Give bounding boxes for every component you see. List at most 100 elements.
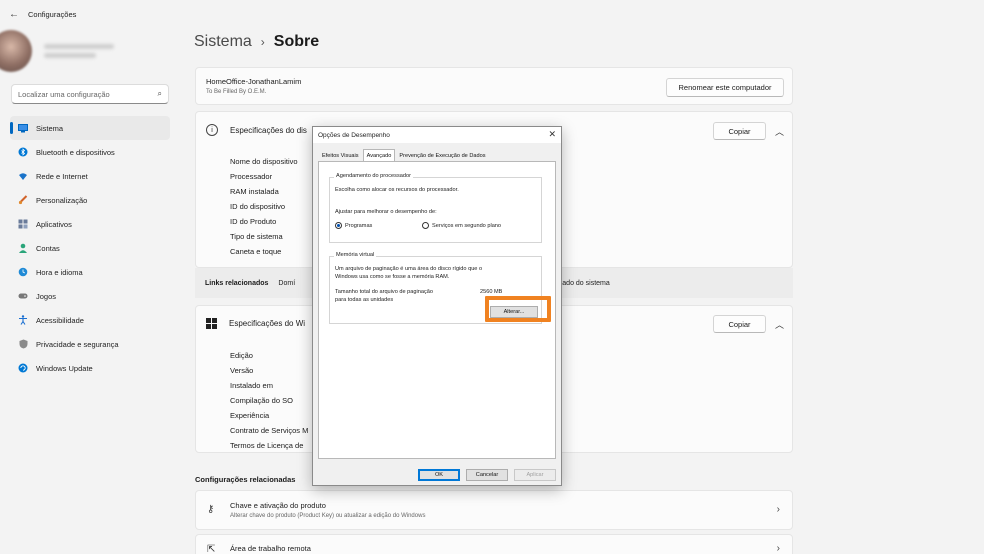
radio-label: Programas [345,222,373,229]
copy-device-specs-button[interactable]: Copiar [713,122,766,140]
radio-label: Serviços em segundo plano [432,222,502,229]
apply-button[interactable]: Aplicar [514,469,556,481]
spec-label: Compilação do SO [230,396,293,405]
sidebar-item-personalizacao[interactable]: Personalização [10,188,170,212]
device-specs-header[interactable]: i Especificações do dis [206,124,307,136]
windows-logo-icon [206,318,217,329]
pc-name-card: HomeOffice-JonathanLamim To Be Filled By… [195,67,793,105]
windows-specs-list: Edição Versão Instalado em Compilação do… [230,348,308,453]
spec-label: Processador [230,172,273,181]
related-settings-title: Configurações relacionadas [195,475,296,484]
chevron-up-icon[interactable]: ︿ [775,125,784,138]
radio-dot[interactable] [422,222,429,229]
highlight-annotation [485,296,551,322]
blurred-account-info [44,40,114,62]
avatar [0,30,32,72]
info-icon: i [206,124,218,136]
sidebar-item-windows-update[interactable]: Windows Update [10,356,170,380]
spec-label: Caneta e toque [230,247,282,256]
breadcrumb-parent[interactable]: Sistema [194,33,252,51]
remote-desktop-item[interactable]: ⇱ Área de trabalho remota › [195,534,793,554]
sidebar-item-label: Aplicativos [36,219,72,229]
cancel-button[interactable]: Cancelar [466,469,508,481]
sidebar-item-aplicativos[interactable]: Aplicativos [10,212,170,236]
sidebar-item-label: Jogos [36,291,57,301]
tab-data-execution-prevention[interactable]: Prevenção de Execução de Dados [395,149,489,161]
back-arrow-icon[interactable]: ← [0,9,28,20]
vm-total-label-line1: Tamanho total do arquivo de paginação [335,289,433,295]
device-specs-list: Nome do dispositivo Processador RAM inst… [230,154,298,259]
scheduling-description: Escolha como alocar os recursos do proce… [335,187,459,193]
spec-label: Edição [230,351,253,360]
related-item-subtitle: Alterar chave do produto (Product Key) o… [230,513,426,519]
processor-scheduling-group: Agendamento do processador Escolha como … [329,173,542,243]
remote-desktop-icon: ⇱ [207,544,216,554]
sidebar-item-label: Personalização [36,195,88,205]
sidebar-item-bluetooth[interactable]: Bluetooth e dispositivos [10,140,170,164]
tab-visual-effects[interactable]: Efeitos Visuais [318,149,363,161]
chevron-up-icon[interactable]: ︿ [775,318,784,331]
dialog-tabs: Efeitos Visuais Avançado Prevenção de Ex… [318,149,490,162]
license-link[interactable]: Contrato de Serviços M [230,423,308,438]
windows-specs-title: Especificações do Wi [229,319,306,328]
close-icon[interactable]: ✕ [548,129,556,140]
product-key-item[interactable]: ⚷ Chave e ativação do produto Alterar ch… [195,490,793,530]
related-links-label: Links relacionados [205,279,269,287]
pc-name: HomeOffice-JonathanLamim [206,77,302,86]
accessibility-icon [18,315,28,325]
breadcrumb: Sistema › Sobre [194,33,319,51]
spec-label: Tipo de sistema [230,232,283,241]
bluetooth-icon [18,147,28,157]
spec-label: Versão [230,366,254,375]
key-icon: ⚷ [207,504,215,515]
spec-label: Instalado em [230,381,273,390]
sidebar-item-sistema[interactable]: Sistema [10,116,170,140]
vm-total-value: 2560 MB [480,289,503,295]
monitor-icon [18,123,28,133]
gamepad-icon [18,291,28,301]
search-input[interactable] [18,89,158,99]
device-specs-title: Especificações do dis [230,125,307,135]
brush-icon [18,195,28,205]
update-icon [18,363,28,373]
ok-button[interactable]: OK [418,469,460,481]
radio-dot-selected[interactable] [335,222,342,229]
spec-label: RAM instalada [230,187,279,196]
spec-label: Experiência [230,411,270,420]
chevron-right-icon: › [776,504,780,515]
pc-manufacturer: To Be Filled By O.E.M. [206,89,267,95]
search-icon[interactable]: ⌕ [158,89,162,99]
sidebar-item-privacidade[interactable]: Privacidade e segurança [10,332,170,356]
sidebar-item-contas[interactable]: Contas [10,236,170,260]
adjust-label: Ajustar para melhorar o desempenho de: [335,209,437,215]
chevron-right-icon: › [776,543,780,554]
rename-pc-button[interactable]: Renomear este computador [666,78,784,97]
radio-background-services[interactable]: Serviços em segundo plano [422,222,501,229]
spec-label: ID do Produto [230,217,277,226]
dialog-title-bar[interactable]: Opções de Desempenho ✕ [313,127,561,143]
sidebar-item-acessibilidade[interactable]: Acessibilidade [10,308,170,332]
license-link[interactable]: Termos de Licença de [230,438,308,453]
spec-label: ID do dispositivo [230,202,286,211]
person-icon [18,243,28,253]
domain-link[interactable]: Domí [278,280,295,287]
app-title: Configurações [28,9,77,19]
copy-windows-specs-button[interactable]: Copiar [713,315,766,333]
group-legend: Memória virtual [334,252,377,258]
radio-programs[interactable]: Programas [335,222,372,229]
vm-description-line1: Um arquivo de paginação é uma área do di… [335,266,483,272]
sidebar-item-label: Acessibilidade [36,315,84,325]
search-box[interactable]: ⌕ [11,84,169,104]
sidebar-item-rede[interactable]: Rede e Internet [10,164,170,188]
sidebar-item-label: Privacidade e segurança [36,339,119,349]
sidebar-item-label: Bluetooth e dispositivos [36,147,115,157]
sidebar-item-label: Hora e idioma [36,267,83,277]
user-profile[interactable] [0,28,180,74]
sidebar-item-hora-idioma[interactable]: Hora e idioma [10,260,170,284]
windows-specs-header[interactable]: Especificações do Wi [206,318,305,329]
sidebar-item-label: Sistema [36,123,64,133]
vm-description-line2: Windows usa como se fosse a memória RAM. [335,274,450,280]
sidebar-item-jogos[interactable]: Jogos [10,284,170,308]
vm-total-label-line2: para todas as unidades [335,297,394,303]
wifi-icon [18,171,28,181]
